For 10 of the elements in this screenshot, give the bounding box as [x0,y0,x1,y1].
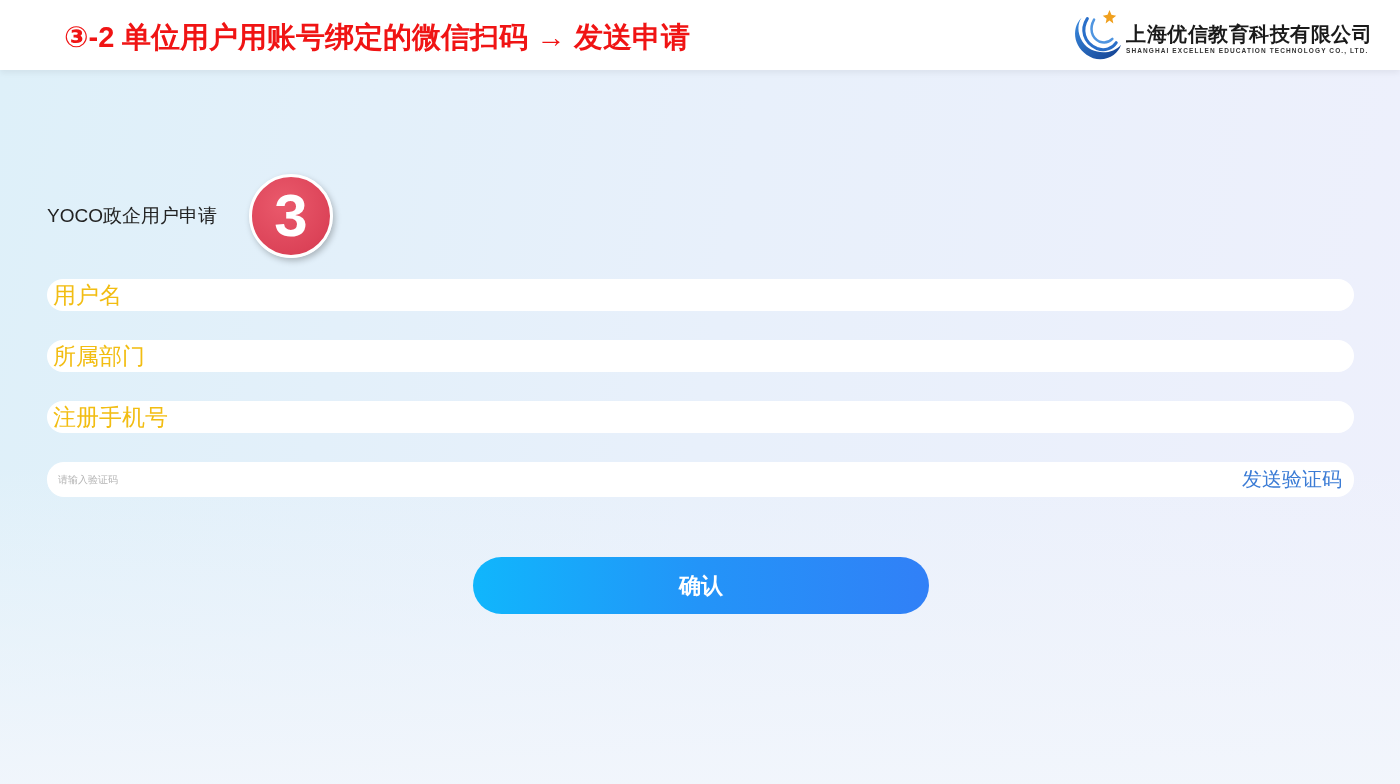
code-input-field[interactable]: 请输入验证码 [47,462,1232,497]
input-field[interactable]: 所属部门 [47,340,1354,372]
input-field[interactable]: 用户名 [47,279,1354,311]
confirm-button[interactable]: 确认 [472,557,929,614]
input-field[interactable]: 注册手机号 [47,401,1354,433]
form-title: YOCO政企用户申请 [47,204,217,228]
company-name: 上海优信教育科技有限公司 [1126,23,1372,45]
slide-title: ③-2 单位用户用账号绑定的微信扫码 → 发送申请 [64,20,690,55]
step-number-badge: 3 [248,174,333,258]
send-code-button[interactable]: 发送验证码 [1232,462,1354,497]
